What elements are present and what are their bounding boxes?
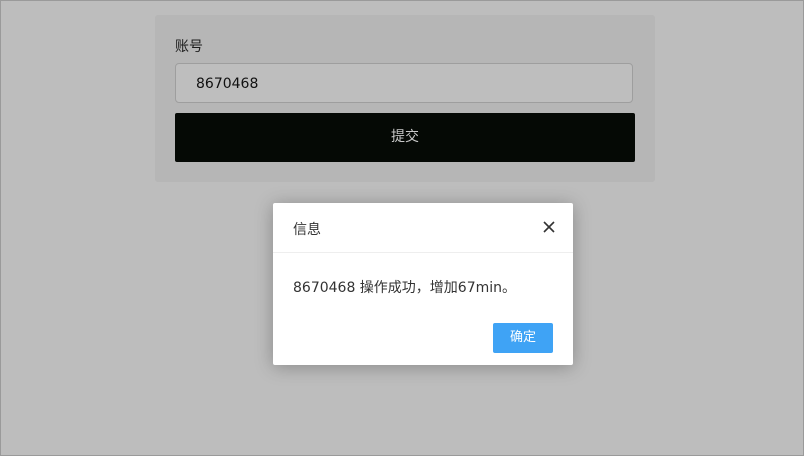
dialog-message: 8670468 操作成功，增加67min。 xyxy=(293,280,517,296)
confirm-button[interactable]: 确定 xyxy=(493,323,553,353)
dialog-title: 信息 xyxy=(293,222,321,238)
login-form-card: 账号 8670468 提交 xyxy=(155,15,655,182)
account-input[interactable]: 8670468 xyxy=(175,63,633,103)
close-icon[interactable] xyxy=(541,219,557,235)
submit-button[interactable]: 提交 xyxy=(175,113,635,162)
dialog-header: 信息 xyxy=(273,203,573,253)
account-label: 账号 xyxy=(175,39,203,55)
info-dialog: 信息 8670468 操作成功，增加67min。 确定 xyxy=(273,203,573,365)
